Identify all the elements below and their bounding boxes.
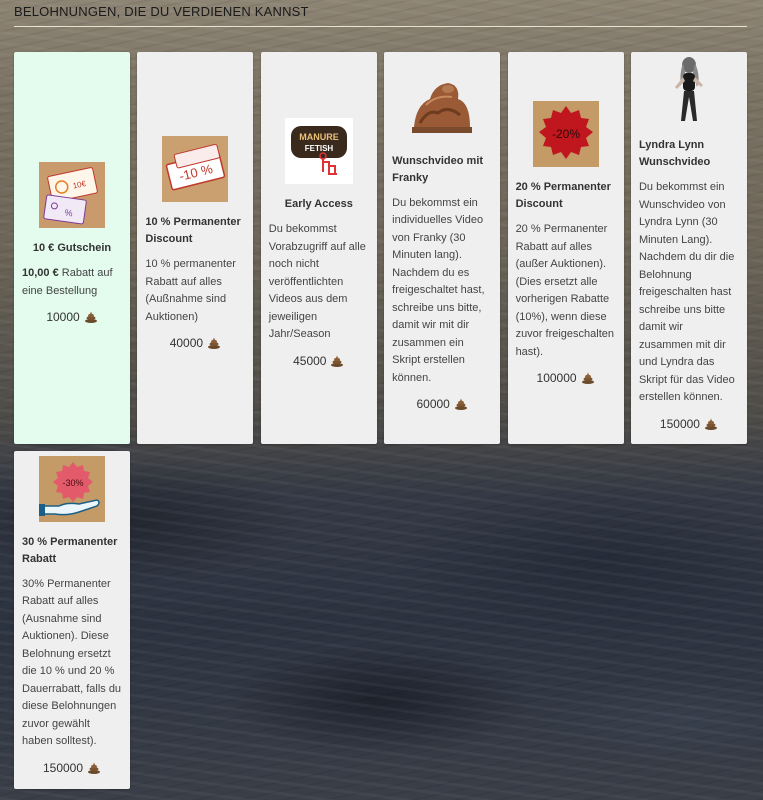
cost-value: 100000 bbox=[536, 371, 577, 385]
reward-name: Early Access bbox=[284, 198, 353, 211]
reward-description: Du bekommst ein Wunschvideo von Lyndra L… bbox=[638, 181, 735, 404]
reward-cost: 60000 bbox=[392, 397, 492, 411]
header-divider bbox=[14, 26, 747, 27]
cost-value: 45000 bbox=[293, 353, 327, 368]
reward-cost: 100000 bbox=[516, 371, 616, 385]
person-photo-icon bbox=[639, 55, 739, 125]
reward-cost: 40000 bbox=[145, 336, 245, 350]
reward-description: 30% Permanenter Rabatt auf alles (Ausnah… bbox=[22, 577, 122, 748]
cost-value: 10000 bbox=[46, 310, 80, 324]
manure-fetish-badge-icon: MANURE FETISH bbox=[269, 118, 369, 185]
reward-description: 20 % Permanenter Rabatt auf alles (außer… bbox=[515, 223, 615, 358]
reward-amount: 10,00 € bbox=[22, 267, 59, 279]
poop-coin-icon bbox=[84, 311, 97, 323]
reward-name: 10 % Permanenter Discount bbox=[145, 216, 241, 245]
reward-card-20-percent-discount[interactable]: -20% 20 % Permanenter Discount 20 % Perm… bbox=[507, 52, 624, 444]
rewards-header: Belohnungen, die du verdienen kannst bbox=[14, 2, 747, 27]
cost-value: 150000 bbox=[42, 760, 84, 775]
poop-coin-icon bbox=[454, 398, 467, 411]
reward-name: Wunschvideo mit Franky bbox=[392, 154, 484, 184]
seal-20-percent-icon: -20% bbox=[516, 101, 616, 167]
reward-description: 10,00 € Rabatt auf eine Bestellung bbox=[22, 265, 122, 300]
reward-card-lyndra-lynn-video[interactable]: Lyndra Lynn Wunschvideo Du bekommst ein … bbox=[630, 52, 747, 444]
reward-card-10-percent-discount[interactable]: -10 % 10 % Permanenter Discount 10 % per… bbox=[137, 52, 254, 444]
poop-coin-icon bbox=[581, 372, 594, 384]
cost-value: 40000 bbox=[169, 336, 204, 350]
page-title: Belohnungen, die du verdienen kannst bbox=[14, 4, 309, 19]
reward-description: Du bekommst Vorabzugriff auf alle noch n… bbox=[268, 223, 366, 341]
rewards-grid: 10€ % 10 € Gutschein 10,00 € Rabatt auf … bbox=[14, 52, 747, 789]
reward-card-30-percent-discount[interactable]: -30% 30 % Permanenter Rabatt 30% Permane… bbox=[14, 451, 130, 789]
hand-30-percent-icon: -30% bbox=[22, 455, 122, 522]
voucher-icon: 10€ % bbox=[22, 162, 122, 228]
reward-cost: 150000 bbox=[22, 761, 122, 775]
cost-value: 150000 bbox=[659, 416, 700, 431]
svg-text:%: % bbox=[64, 207, 73, 218]
poop-coin-icon bbox=[704, 418, 717, 430]
cost-value: 60000 bbox=[416, 397, 450, 412]
reward-description: Du bekommst ein individuelles Video von … bbox=[392, 196, 485, 384]
reward-name: Lyndra Lynn Wunschvideo bbox=[638, 139, 711, 169]
poop-coin-icon bbox=[208, 337, 221, 349]
reward-card-franky-video[interactable]: Wunschvideo mit Franky Du bekommst ein i… bbox=[384, 52, 501, 444]
badge-line-1: MANURE bbox=[299, 132, 339, 142]
reward-name: 10 € Gutschein bbox=[32, 242, 112, 254]
reward-cost: 45000 bbox=[269, 354, 369, 368]
badge-line-2: FETISH bbox=[305, 144, 334, 153]
reward-name: 20 % Permanenter Discount bbox=[515, 181, 611, 210]
reward-card-10-euro-voucher[interactable]: 10€ % 10 € Gutschein 10,00 € Rabatt auf … bbox=[14, 52, 130, 444]
hand-badge-text: -30% bbox=[62, 478, 83, 488]
reward-description: 10 % permanenter Rabatt auf alles (Außna… bbox=[145, 258, 236, 323]
reward-card-early-access[interactable]: MANURE FETISH Early Access Du bekommst V… bbox=[260, 52, 377, 444]
mud-sculpture-icon bbox=[392, 75, 492, 141]
reward-cost: 150000 bbox=[639, 417, 739, 431]
ticket-10-percent-icon: -10 % bbox=[145, 136, 245, 202]
poop-coin-icon bbox=[331, 355, 344, 367]
reward-name: 30 % Permanenter Rabatt bbox=[22, 535, 118, 565]
reward-cost: 10000 bbox=[22, 310, 122, 324]
seal-badge-text: -20% bbox=[552, 127, 580, 141]
poop-coin-icon bbox=[88, 762, 101, 774]
